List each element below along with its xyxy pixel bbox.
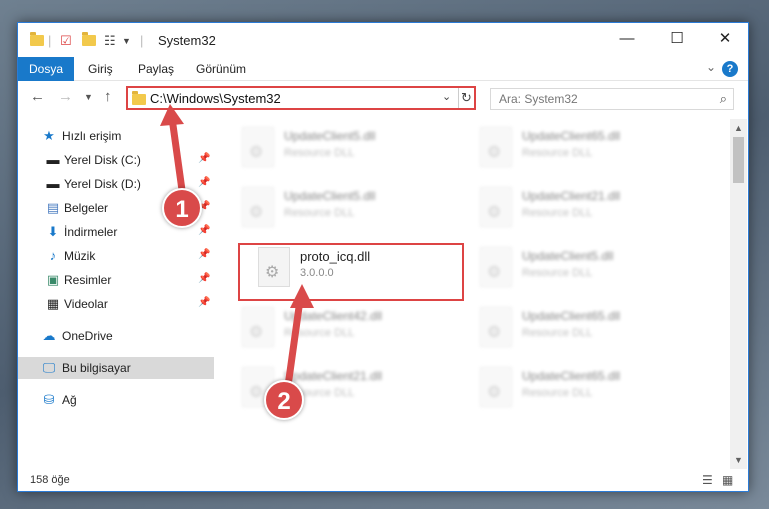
arrow-1 <box>160 104 186 191</box>
annotation-layer <box>160 104 314 387</box>
step-marker-1: 1 <box>162 188 202 228</box>
step-marker-2: 2 <box>264 380 304 420</box>
arrow-2 <box>284 284 314 387</box>
